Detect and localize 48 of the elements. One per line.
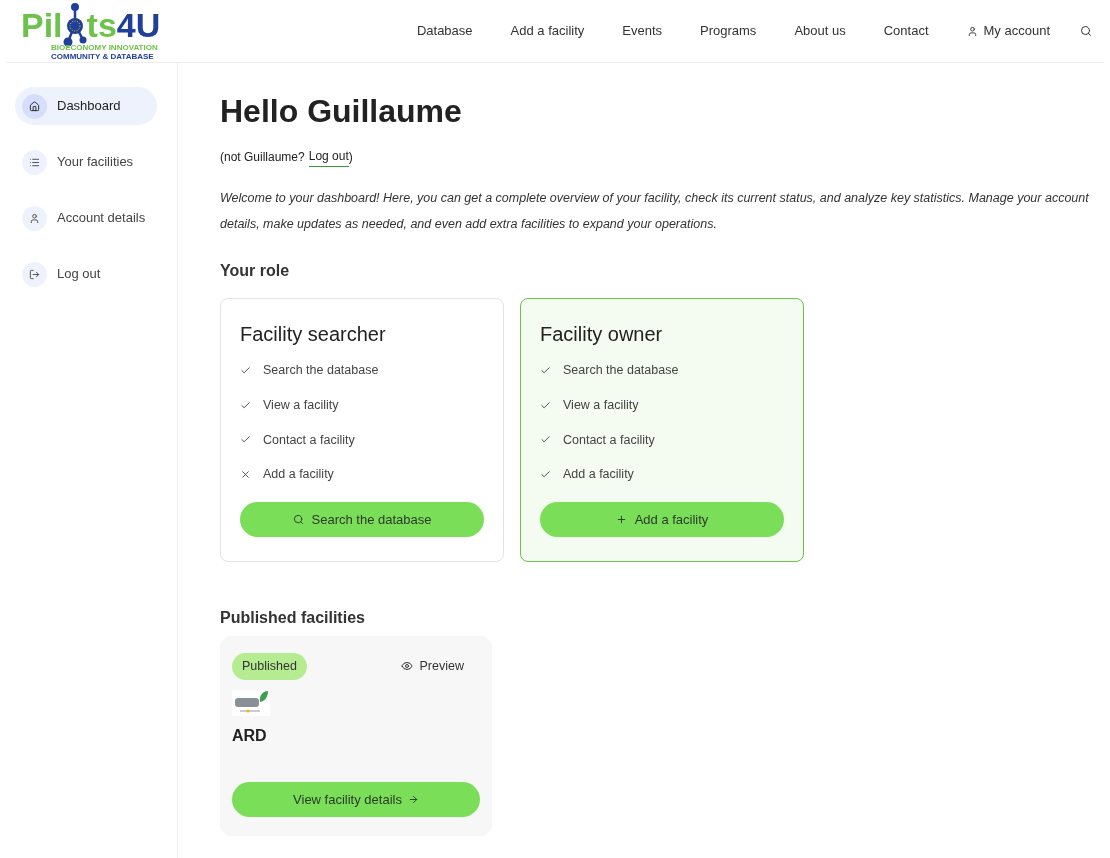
nav-link[interactable]: Programs: [692, 21, 765, 41]
preview-link[interactable]: Preview: [400, 657, 464, 676]
search-icon[interactable]: [1080, 25, 1092, 37]
user-icon: [22, 205, 47, 231]
logo-text: Pil: [21, 7, 63, 42]
logout-prompt: (not Guillaume?: [220, 149, 305, 166]
logout-link[interactable]: Log out: [308, 147, 349, 167]
list-icon: [22, 149, 47, 175]
logout-prompt: ): [348, 149, 353, 166]
sidebar-item[interactable]: Dashboard: [15, 87, 157, 125]
home-icon: [22, 93, 47, 119]
user-icon: [966, 25, 978, 37]
facility-name: ARD: [232, 725, 268, 746]
role-button[interactable]: Search the database: [240, 502, 484, 537]
nav-link[interactable]: Events: [614, 21, 670, 41]
role-feature: View a facility: [563, 396, 639, 414]
role-feature: Add a facility: [563, 466, 634, 484]
logo-tagline: BIOECONOMY INNOVATION: [51, 42, 159, 52]
logo-tagline: COMMUNITY & DATABASE: [51, 51, 155, 61]
role-feature: Contact a facility: [563, 431, 655, 449]
search-icon: [292, 514, 304, 525]
role-feature: Contact a facility: [263, 431, 355, 449]
plus-icon: [615, 514, 627, 525]
eye-icon: [400, 660, 413, 673]
role-title: Facility owner: [540, 322, 664, 347]
nav-link[interactable]: Add a facility: [502, 21, 593, 41]
role-feature: View a facility: [263, 396, 339, 414]
role-feature: Search the database: [563, 362, 679, 379]
section-heading: Your role: [220, 261, 291, 281]
intro-text: Welcome to your dashboard! Here, you can get a complete overview of your facility, check its current status, and analyze key statistics. Manage your account details, make updates as needed, and even add extra facilities to expand your operations.: [220, 190, 1090, 233]
role-title: Facility searcher: [240, 322, 387, 347]
details-button[interactable]: View facility details: [232, 781, 480, 817]
role-feature: Search the database: [263, 362, 379, 379]
sidebar-item[interactable]: Your facilities: [15, 143, 157, 181]
logout-icon: [22, 261, 47, 287]
page-heading: Hello Guillaume: [220, 92, 463, 131]
nav-link[interactable]: Contact: [875, 21, 937, 41]
nav-link[interactable]: About us: [786, 21, 854, 41]
sidebar-item[interactable]: Log out: [15, 255, 157, 293]
role-button[interactable]: Add a facility: [540, 502, 784, 537]
logo-text: ts4U: [86, 7, 161, 42]
role-feature: Add a facility: [263, 466, 334, 484]
arrow-icon: [407, 793, 419, 805]
sidebar-item[interactable]: Account details: [15, 199, 157, 237]
section-heading: Published facilities: [220, 608, 366, 628]
status-badge: Published: [232, 653, 307, 680]
nav-link[interactable]: My account: [958, 21, 1058, 41]
nav-link[interactable]: Database: [408, 21, 481, 41]
